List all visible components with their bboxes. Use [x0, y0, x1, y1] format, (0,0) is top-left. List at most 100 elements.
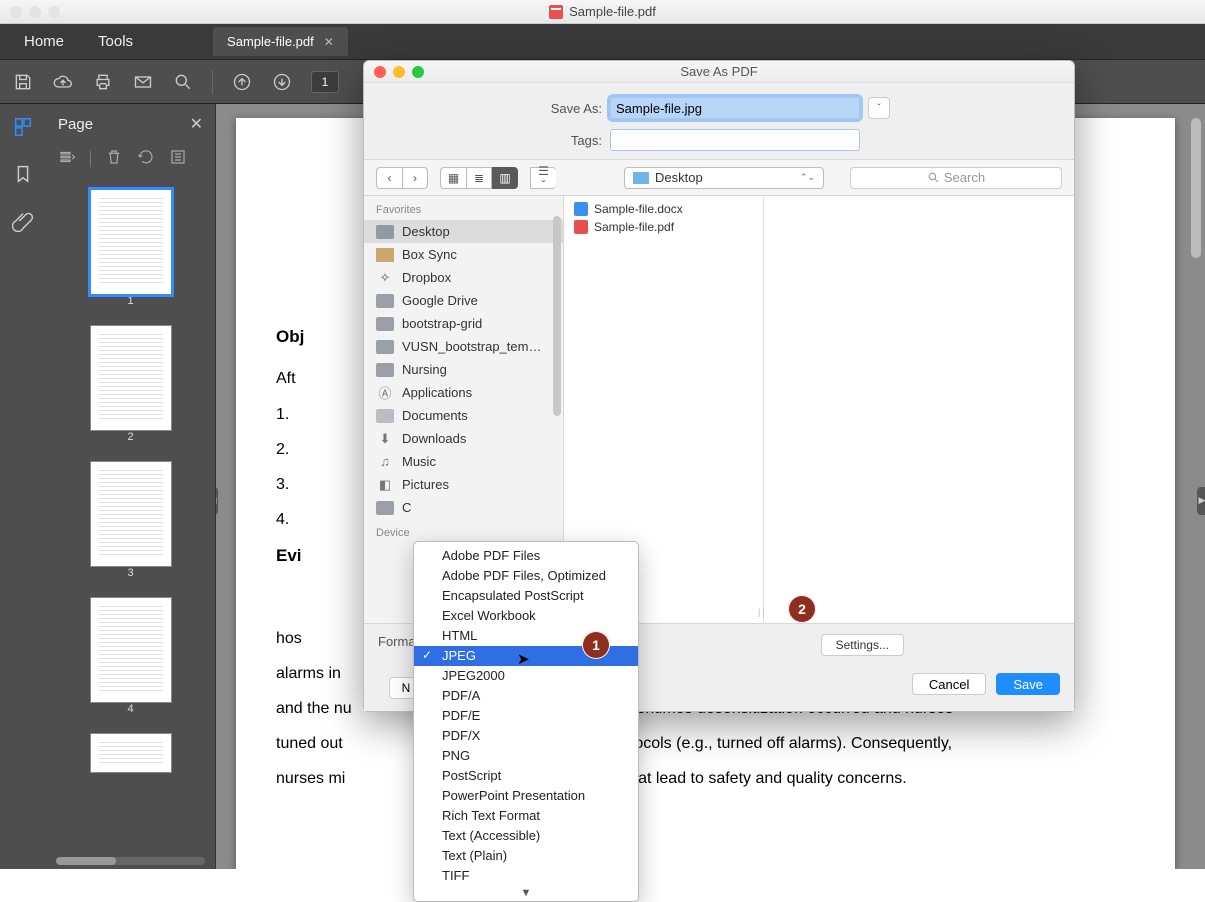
format-option[interactable]: Encapsulated PostScript: [414, 586, 638, 606]
page-down-icon[interactable]: [271, 71, 293, 93]
sidebar-item-music[interactable]: ♫Music: [364, 450, 563, 473]
sidebar-item-desktop[interactable]: Desktop: [364, 220, 563, 243]
sidebar-item-vusn[interactable]: VUSN_bootstrap_tem…: [364, 335, 563, 358]
thumbnail-title: Page: [58, 116, 93, 133]
nav-back-forward[interactable]: ‹ ›: [376, 167, 428, 189]
format-option[interactable]: PDF/E: [414, 706, 638, 726]
sidebar-item-downloads[interactable]: ⬇Downloads: [364, 427, 563, 450]
sidebar-scrollbar[interactable]: [553, 216, 561, 416]
group-button[interactable]: ☰ ˇ: [530, 167, 556, 189]
thumbnail-panel: Page ✕ 1 2 3 4: [46, 104, 216, 869]
format-option[interactable]: Rich Text Format: [414, 806, 638, 826]
panel-collapse-right-icon[interactable]: ▶: [1197, 487, 1205, 515]
thumbnail-tools: [46, 144, 215, 179]
expand-toggle-button[interactable]: ˇ: [868, 97, 890, 119]
callout-badge-1: 1: [582, 631, 610, 659]
sidebar-item-cut[interactable]: C: [364, 496, 563, 519]
format-option[interactable]: Text (Plain): [414, 846, 638, 866]
view-mode-segment[interactable]: ▦ ≣ ▥: [440, 167, 518, 189]
format-option[interactable]: PNG: [414, 746, 638, 766]
thumb-scrollbar[interactable]: [56, 857, 205, 865]
sidebar-item-label: Pictures: [402, 477, 449, 492]
format-option[interactable]: PostScript: [414, 766, 638, 786]
trash-icon[interactable]: [105, 148, 123, 169]
tab-document-label: Sample-file.pdf: [227, 34, 314, 49]
left-rail: [0, 104, 46, 869]
sidebar-item-label: Downloads: [402, 431, 466, 446]
folder-icon: [376, 363, 394, 377]
sidebar-item-documents[interactable]: Documents: [364, 404, 563, 427]
tags-input[interactable]: [610, 129, 860, 151]
settings-button[interactable]: Settings...: [821, 634, 904, 656]
format-option[interactable]: Adobe PDF Files, Optimized: [414, 566, 638, 586]
cancel-button[interactable]: Cancel: [912, 673, 986, 695]
sidebar-item-dropbox[interactable]: ✧Dropbox: [364, 266, 563, 289]
rail-thumbnails-icon[interactable]: [12, 116, 34, 141]
rotate-icon[interactable]: [137, 148, 155, 169]
save-icon[interactable]: [12, 71, 34, 93]
format-option[interactable]: PDF/A: [414, 686, 638, 706]
window-titlebar: Sample-file.pdf: [0, 0, 1205, 24]
dialog-titlebar[interactable]: Save As PDF: [364, 61, 1074, 83]
format-option[interactable]: JPEG2000: [414, 666, 638, 686]
format-dropdown-menu[interactable]: Adobe PDF Files Adobe PDF Files, Optimiz…: [413, 541, 639, 902]
search-field[interactable]: Search: [850, 167, 1062, 189]
group-by-button[interactable]: ☰ ˇ: [530, 167, 556, 189]
format-option[interactable]: PDF/X: [414, 726, 638, 746]
search-icon[interactable]: [172, 71, 194, 93]
page-number-input[interactable]: [311, 71, 339, 93]
format-option[interactable]: PowerPoint Presentation: [414, 786, 638, 806]
applications-icon: Ⓐ: [376, 386, 394, 400]
sidebar-item-label: Dropbox: [402, 270, 451, 285]
mail-icon[interactable]: [132, 71, 154, 93]
thumb-page-1[interactable]: [90, 189, 172, 295]
options-icon[interactable]: [58, 148, 76, 169]
sidebar-item-nursing[interactable]: Nursing: [364, 358, 563, 381]
view-list-button[interactable]: ≣: [466, 167, 492, 189]
sidebar-item-pictures[interactable]: ◧ Pictures: [364, 473, 563, 496]
view-icons-button[interactable]: ▦: [440, 167, 466, 189]
cloud-icon[interactable]: [52, 71, 74, 93]
location-select[interactable]: Desktop ⌃⌄: [624, 167, 824, 189]
format-option[interactable]: Adobe PDF Files: [414, 546, 638, 566]
view-columns-button[interactable]: ▥: [492, 167, 518, 189]
sidebar-item-applications[interactable]: Ⓐ Applications: [364, 381, 563, 404]
format-more-icon[interactable]: ▼: [414, 886, 638, 899]
more-icon[interactable]: [169, 148, 187, 169]
tab-document[interactable]: Sample-file.pdf ✕: [213, 27, 348, 56]
thumb-page-2[interactable]: [90, 325, 172, 431]
save-button[interactable]: Save: [996, 673, 1060, 695]
nav-forward-button[interactable]: ›: [402, 167, 428, 189]
sidebar-item-label: Applications: [402, 385, 472, 400]
save-as-input[interactable]: [610, 97, 860, 119]
doc-scrollbar[interactable]: [1191, 118, 1201, 258]
dialog-toolbar: ‹ › ▦ ≣ ▥ ☰ ˇ Desktop ⌃⌄ Search: [364, 160, 1074, 196]
toolbar-sep: [212, 70, 213, 94]
close-tab-icon[interactable]: ✕: [324, 35, 334, 49]
format-option[interactable]: Excel Workbook: [414, 606, 638, 626]
sidebar-item-label: C: [402, 500, 411, 515]
nav-back-button[interactable]: ‹: [376, 167, 402, 189]
format-option[interactable]: Text (Accessible): [414, 826, 638, 846]
thumbnail-list[interactable]: 1 2 3 4: [46, 179, 215, 853]
thumb-page-4[interactable]: [90, 597, 172, 703]
sidebar-item-googledrive[interactable]: Google Drive: [364, 289, 563, 312]
thumb-page-3[interactable]: [90, 461, 172, 567]
file-row[interactable]: Sample-file.pdf: [564, 218, 763, 236]
rail-attachment-icon[interactable]: [12, 210, 34, 235]
column-resize-grip-icon[interactable]: ||: [758, 607, 767, 617]
panel-collapse-left-icon[interactable]: ◀: [216, 487, 218, 515]
pictures-icon: ◧: [376, 478, 394, 492]
file-row[interactable]: Sample-file.docx: [564, 200, 763, 218]
rail-bookmark-icon[interactable]: [12, 163, 34, 188]
sidebar-item-boxsync[interactable]: Box Sync: [364, 243, 563, 266]
docx-file-icon: [574, 202, 588, 216]
print-icon[interactable]: [92, 71, 114, 93]
tab-tools[interactable]: Tools: [84, 25, 147, 58]
tab-home[interactable]: Home: [10, 25, 78, 58]
close-panel-icon[interactable]: ✕: [190, 114, 203, 134]
thumb-page-5[interactable]: [90, 733, 172, 773]
sidebar-item-bootstrap[interactable]: bootstrap-grid: [364, 312, 563, 335]
format-option[interactable]: TIFF: [414, 866, 638, 886]
page-up-icon[interactable]: [231, 71, 253, 93]
